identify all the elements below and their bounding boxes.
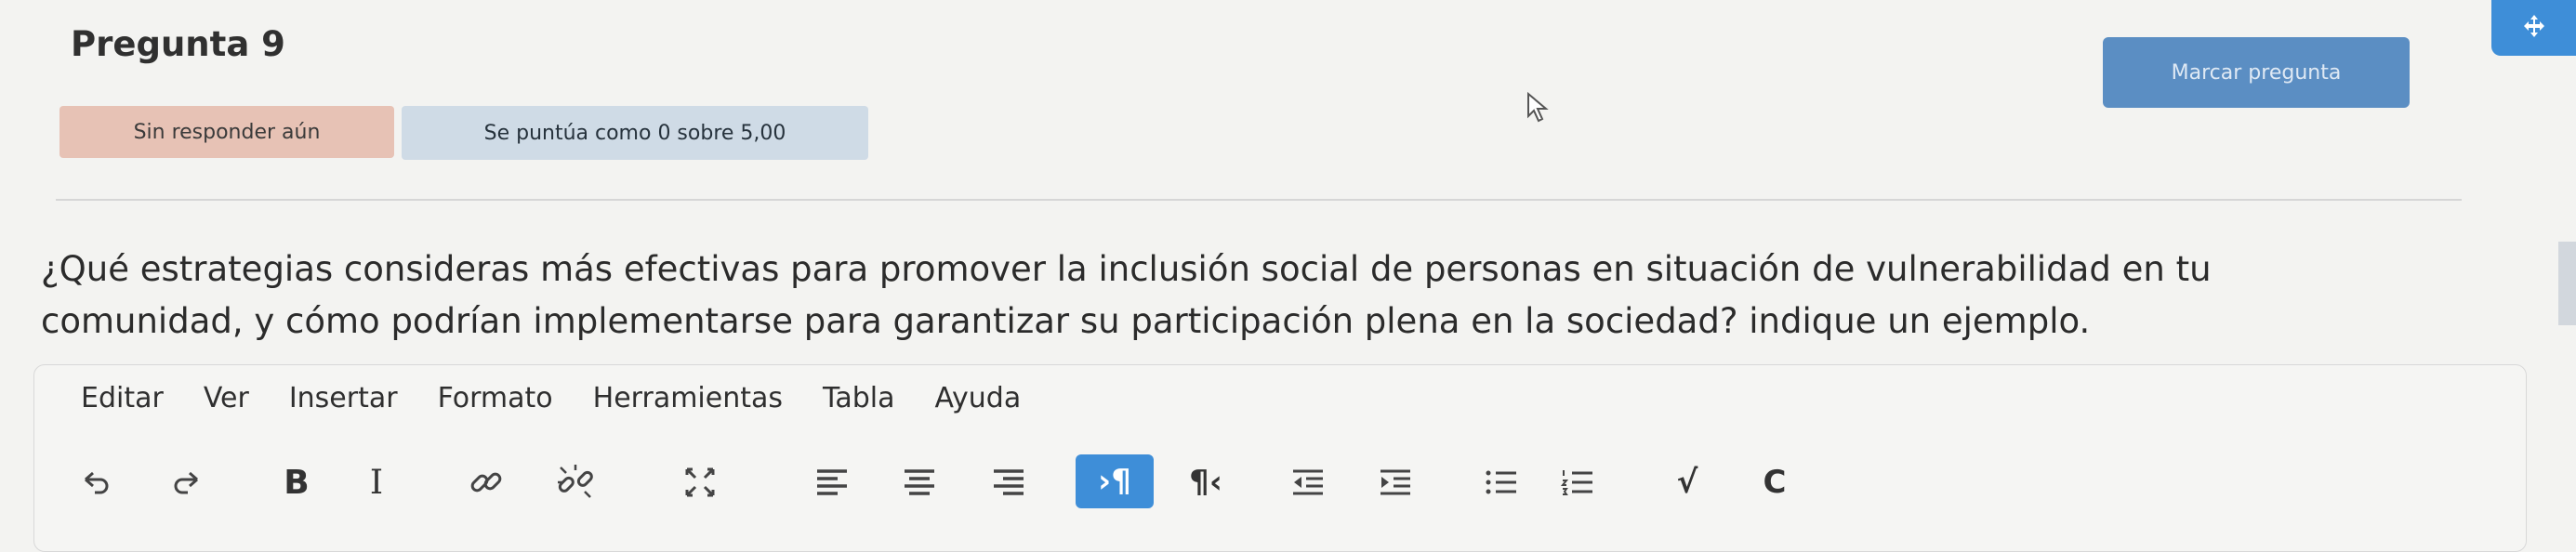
rtl-icon: ¶‹ bbox=[1189, 464, 1222, 501]
menu-tabla[interactable]: Tabla bbox=[823, 382, 895, 414]
editor-toolbar: B I ›¶ ¶‹ √ C bbox=[34, 449, 2526, 523]
redo-icon bbox=[174, 471, 198, 494]
drawer-toggle[interactable] bbox=[2491, 0, 2576, 56]
question-panel: Pregunta 9 Marcar pregunta Sin responder… bbox=[0, 0, 2576, 552]
ltr-button[interactable]: ›¶ bbox=[1076, 454, 1154, 508]
move-icon bbox=[2520, 12, 2548, 44]
indent-icon bbox=[1380, 469, 1410, 495]
question-text: ¿Qué estrategias consideras más efectiva… bbox=[41, 243, 2458, 348]
rich-text-editor[interactable]: Editar Ver Insertar Formato Herramientas… bbox=[33, 364, 2527, 552]
status-badge: Sin responder aún bbox=[59, 106, 394, 158]
align-right-icon bbox=[994, 469, 1024, 495]
menu-editar[interactable]: Editar bbox=[81, 382, 164, 414]
align-center-icon bbox=[905, 469, 934, 495]
outdent-icon bbox=[1293, 469, 1323, 495]
bullet-list-icon bbox=[1486, 470, 1516, 494]
mouse-cursor-icon bbox=[1525, 91, 1552, 125]
align-center-button[interactable] bbox=[895, 458, 944, 506]
question-title: Pregunta 9 bbox=[71, 24, 285, 64]
menu-ver[interactable]: Ver bbox=[204, 382, 249, 414]
question-line: ¿Qué estrategias consideras más efectiva… bbox=[41, 249, 2212, 289]
link-icon bbox=[470, 472, 502, 493]
chemistry-button[interactable]: C bbox=[1750, 458, 1799, 506]
align-left-button[interactable] bbox=[808, 458, 856, 506]
redo-button[interactable] bbox=[163, 458, 211, 506]
rtl-button[interactable]: ¶‹ bbox=[1176, 458, 1235, 506]
link-button[interactable] bbox=[462, 458, 510, 506]
side-scroll-indicator[interactable] bbox=[2558, 242, 2576, 325]
menu-formato[interactable]: Formato bbox=[438, 382, 553, 414]
align-left-icon bbox=[817, 469, 847, 495]
score-badge: Se puntúa como 0 sobre 5,00 bbox=[402, 106, 868, 160]
numbered-list-button[interactable] bbox=[1553, 458, 1602, 506]
question-line: comunidad, y cómo podrían implementarse … bbox=[41, 301, 2091, 341]
menu-herramientas[interactable]: Herramientas bbox=[593, 382, 783, 414]
undo-button[interactable] bbox=[72, 458, 120, 506]
editor-menubar: Editar Ver Insertar Formato Herramientas… bbox=[81, 382, 1061, 414]
indent-button[interactable] bbox=[1371, 458, 1420, 506]
chemistry-icon: C bbox=[1763, 464, 1787, 501]
numbered-list-icon bbox=[1560, 470, 1592, 495]
ltr-icon: ›¶ bbox=[1098, 463, 1131, 500]
outdent-button[interactable] bbox=[1284, 458, 1332, 506]
equation-button[interactable]: √ bbox=[1663, 458, 1711, 506]
equation-icon: √ bbox=[1676, 464, 1698, 501]
italic-button[interactable]: I bbox=[352, 458, 401, 506]
bullet-list-button[interactable] bbox=[1477, 458, 1526, 506]
align-right-button[interactable] bbox=[984, 458, 1033, 506]
undo-icon bbox=[85, 471, 109, 494]
divider bbox=[56, 199, 2462, 201]
italic-icon: I bbox=[369, 463, 384, 502]
unlink-button[interactable] bbox=[551, 458, 600, 506]
flag-question-button[interactable]: Marcar pregunta bbox=[2103, 37, 2410, 108]
unlink-icon bbox=[558, 465, 593, 498]
fullscreen-button[interactable] bbox=[676, 458, 724, 506]
menu-insertar[interactable]: Insertar bbox=[289, 382, 398, 414]
fullscreen-icon bbox=[685, 467, 715, 497]
bold-button[interactable]: B bbox=[272, 458, 321, 506]
menu-ayuda[interactable]: Ayuda bbox=[935, 382, 1022, 414]
bold-icon: B bbox=[284, 463, 310, 502]
